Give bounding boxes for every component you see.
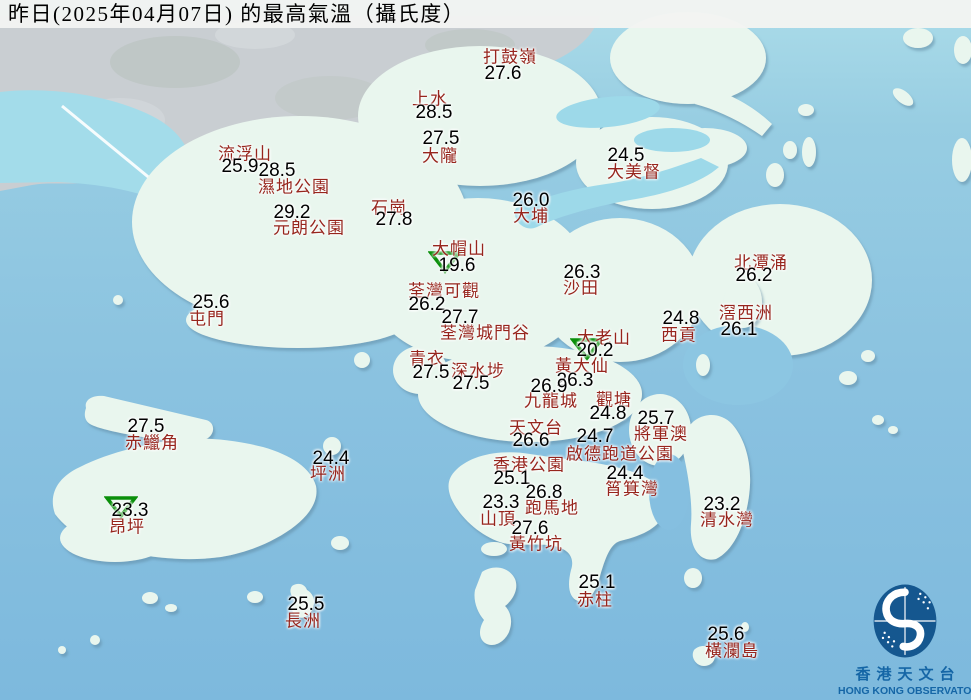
station-value: 20.2 xyxy=(576,340,614,361)
station-value: 26.2 xyxy=(408,294,446,315)
station-value: 27.5 xyxy=(422,128,460,149)
station-value: 24.5 xyxy=(607,145,645,166)
station-value: 28.5 xyxy=(258,160,296,181)
station-value: 25.6 xyxy=(192,292,230,313)
station-value: 27.5 xyxy=(452,373,490,394)
hko-logo-icon xyxy=(873,584,937,658)
station-value: 29.2 xyxy=(273,202,311,223)
hko-logo-chinese: 香港天文台 xyxy=(855,667,961,683)
station-value: 25.5 xyxy=(287,594,325,615)
station-value: 26.6 xyxy=(512,430,550,451)
station-value: 24.8 xyxy=(662,308,700,329)
station-value: 23.2 xyxy=(703,494,741,515)
station-value: 27.6 xyxy=(511,518,549,539)
station-value: 26.8 xyxy=(525,482,563,503)
station-value: 23.3 xyxy=(111,500,149,521)
station-value: 25.7 xyxy=(637,408,675,429)
station-value: 24.4 xyxy=(312,448,350,469)
hko-logo-english: HONG KONG OBSERVATORY xyxy=(838,685,971,697)
station-value: 27.7 xyxy=(441,307,479,328)
station-value: 26.0 xyxy=(512,190,550,211)
station-value: 26.9 xyxy=(530,376,568,397)
station-value: 25.9 xyxy=(221,156,259,177)
station-value: 26.2 xyxy=(735,265,773,286)
station-value: 23.3 xyxy=(482,492,520,513)
station-value: 25.6 xyxy=(707,624,745,645)
station-value: 24.4 xyxy=(606,463,644,484)
station-value: 26.1 xyxy=(720,319,758,340)
station-value: 25.1 xyxy=(578,572,616,593)
station-value: 27.5 xyxy=(127,416,165,437)
hko-logo: 香港天文台 HONG KONG OBSERVATORY xyxy=(838,582,971,697)
station-value: 27.6 xyxy=(484,63,522,84)
station-value: 27.5 xyxy=(412,362,450,383)
station-labels-layer: 27.6 打鼓嶺 28.5 上水 27.5 大隴 25.9 流浮山 28.5 濕地公園 29.2 元朗… xyxy=(0,0,971,700)
station-value: 19.6 xyxy=(438,255,476,276)
station-value: 27.8 xyxy=(375,209,413,230)
station-value: 24.7 xyxy=(576,426,614,447)
station-value: 26.3 xyxy=(563,262,601,283)
station-value: 24.8 xyxy=(589,403,627,424)
station-value: 28.5 xyxy=(415,102,453,123)
hko-max-temperature-map: 昨日(2025年04月07日) 的最高氣溫（攝氏度） 27.6 打鼓嶺 28.5 上水… xyxy=(0,0,971,700)
